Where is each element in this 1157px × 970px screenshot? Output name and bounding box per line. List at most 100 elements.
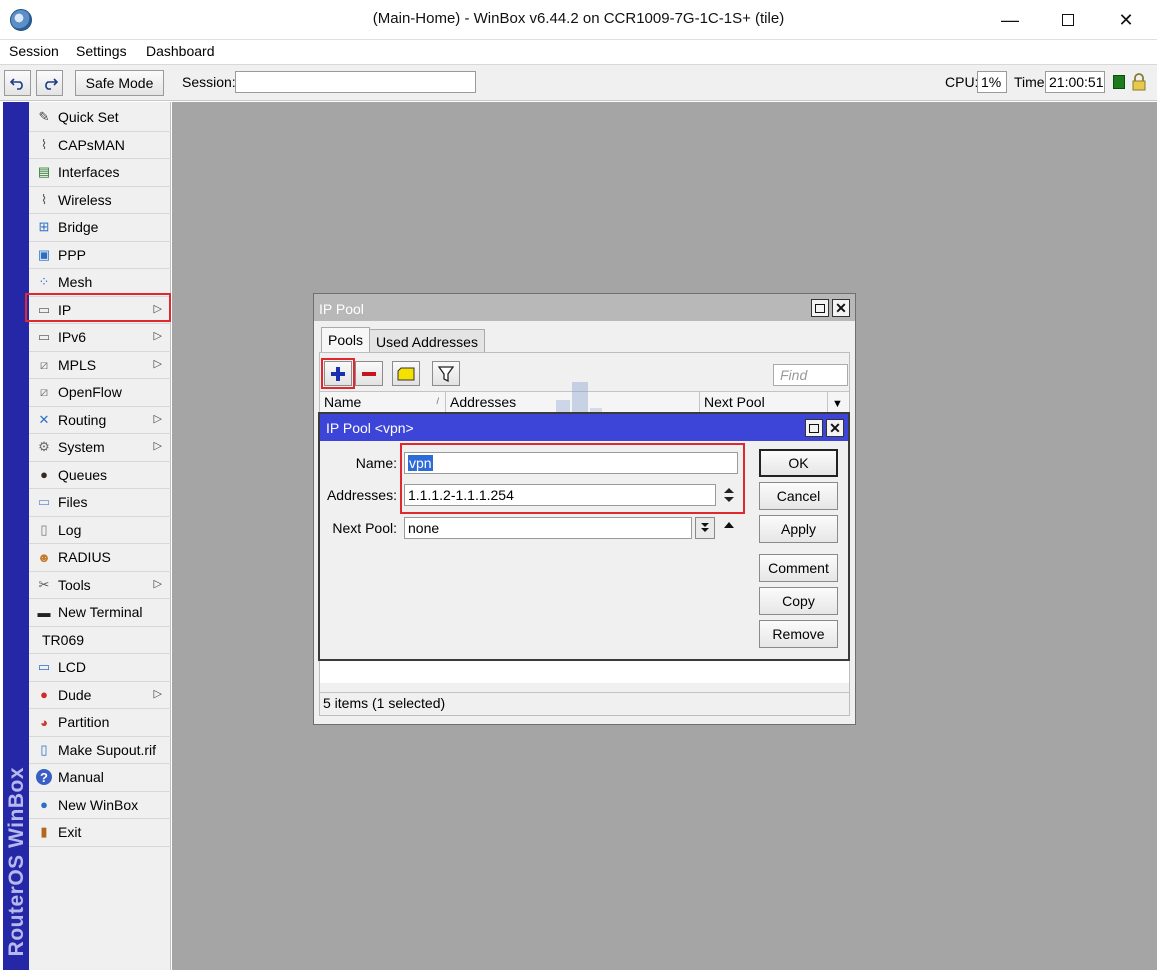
column-name[interactable]: Name / (320, 392, 446, 412)
column-next-pool[interactable]: Next Pool (700, 392, 828, 412)
sidebar-item-openflow[interactable]: ⧄ OpenFlow (29, 379, 171, 407)
close-button[interactable]: ✕ (1098, 4, 1154, 36)
sidebar-item-tools[interactable]: ✂ Tools ▷ (29, 572, 171, 599)
radius-icon: ☻ (37, 549, 51, 565)
sidebar-item-ipv6[interactable]: ▭ IPv6 ▷ (29, 324, 171, 352)
sidebar-item-label: Interfaces (58, 164, 120, 181)
title-bar: (Main-Home) - WinBox v6.44.2 on CCR1009-… (0, 0, 1157, 40)
sidebar-brand-strip: RouterOS WinBox (3, 102, 29, 970)
menu-session[interactable]: Session (9, 43, 59, 59)
sidebar-item-manual[interactable]: ? Manual (29, 764, 171, 792)
status-bar: 5 items (1 selected) (320, 692, 849, 714)
sidebar-item-label: Quick Set (58, 109, 119, 126)
supout-icon: ▯ (40, 741, 48, 757)
redo-button[interactable] (36, 70, 63, 96)
maximize-button[interactable] (1040, 4, 1096, 36)
comment-icon (397, 367, 415, 380)
next-pool-label: Next Pool: (332, 520, 397, 536)
sidebar-item-tr069[interactable]: TR069 (29, 627, 171, 654)
sidebar-item-capsman[interactable]: ⌇ CAPsMAN (29, 132, 171, 159)
sidebar-item-quick-set[interactable]: ✎ Quick Set (29, 104, 171, 132)
sidebar-item-label: Bridge (58, 219, 99, 236)
sidebar-item-spacer (34, 631, 38, 649)
sidebar-item-label: Tools (58, 576, 91, 593)
filter-button[interactable] (432, 361, 460, 386)
sidebar-item-wireless[interactable]: ⌇ Wireless (29, 187, 171, 214)
safe-mode-button[interactable]: Safe Mode (75, 70, 164, 96)
tools-icon: ✂ (38, 576, 50, 592)
files-icon: ▭ (37, 494, 51, 510)
column-addresses[interactable]: Addresses (446, 392, 700, 412)
menu-dashboard[interactable]: Dashboard (146, 43, 215, 59)
sidebar-item-label: Manual (58, 769, 104, 786)
lcd-icon: ▭ (37, 659, 51, 675)
sidebar-item-ppp[interactable]: ▣ PPP (29, 242, 171, 269)
minus-icon (362, 371, 376, 376)
next-pool-select[interactable]: none (404, 517, 692, 539)
sidebar-item-routing[interactable]: ✕ Routing ▷ (29, 407, 171, 434)
undo-button[interactable] (4, 70, 31, 96)
menu-settings[interactable]: Settings (76, 43, 127, 59)
winbox-icon: ● (40, 797, 48, 813)
filter-icon (438, 365, 454, 382)
sidebar-item-files[interactable]: ▭ Files (29, 489, 171, 517)
toolbar: Safe Mode Session: CPU: 1% Time: 21:00:5… (0, 64, 1157, 101)
vpn-dialog-title-text: IP Pool <vpn> (326, 420, 414, 436)
sidebar-item-new-terminal[interactable]: ▬ New Terminal (29, 599, 171, 627)
sidebar-item-label: OpenFlow (58, 384, 122, 401)
tab-used-addresses[interactable]: Used Addresses (369, 329, 485, 354)
fields-highlight (400, 443, 745, 514)
sidebar-item-radius[interactable]: ☻ RADIUS (29, 544, 171, 572)
sidebar-item-bridge[interactable]: ⊞ Bridge (29, 214, 171, 242)
ip-pool-maximize-button[interactable] (811, 299, 829, 317)
ip-pool-title-text: IP Pool (319, 301, 364, 317)
ip-pool-close-button[interactable]: ✕ (832, 299, 850, 317)
add-button-highlight (321, 358, 355, 389)
vpn-close-button[interactable]: ✕ (826, 419, 844, 437)
sidebar-item-label: Queues (58, 466, 108, 483)
apply-button[interactable]: Apply (759, 515, 838, 543)
mpls-icon: ⧄ (39, 356, 49, 372)
copy-button[interactable]: Copy (759, 587, 838, 615)
sidebar-item-mpls[interactable]: ⧄ MPLS ▷ (29, 352, 171, 379)
column-menu-button[interactable]: ▼ (828, 392, 849, 412)
comment-dialog-button[interactable]: Comment (759, 554, 838, 582)
ip-pool-vpn-dialog: IP Pool <vpn> ✕ Name: vpn Addresses: 1.1… (318, 412, 850, 661)
sidebar-item-interfaces[interactable]: ▤ Interfaces (29, 159, 171, 187)
remove-button[interactable] (355, 361, 383, 386)
sidebar-item-dude[interactable]: ● Dude ▷ (29, 682, 171, 709)
find-input[interactable]: Find (773, 364, 848, 386)
next-pool-up-icon[interactable] (722, 520, 736, 530)
sidebar-item-make-supout-rif[interactable]: ▯ Make Supout.rif (29, 737, 171, 764)
comment-button[interactable] (392, 361, 420, 386)
sidebar-item-label: Wireless (58, 191, 112, 208)
lock-icon[interactable] (1131, 73, 1147, 91)
ok-button[interactable]: OK (759, 449, 838, 477)
sidebar-item-new-winbox[interactable]: ● New WinBox (29, 792, 171, 819)
cpu-label: CPU: (945, 74, 979, 90)
routing-icon: ✕ (38, 411, 50, 427)
openflow-icon: ⧄ (39, 384, 49, 400)
sidebar-item-queues[interactable]: ● Queues (29, 462, 171, 489)
wireless-icon: ⌇ (40, 191, 48, 207)
chevron-down-icon (701, 523, 709, 532)
session-input[interactable] (235, 71, 476, 93)
minimize-button[interactable]: — (982, 4, 1038, 36)
sidebar-item-label: IPv6 (58, 329, 87, 346)
sidebar-item-exit[interactable]: ▮ Exit (29, 819, 171, 847)
sidebar-item-system[interactable]: ⚙ System ▷ (29, 434, 171, 462)
submenu-arrow-icon: ▷ (153, 440, 162, 452)
remove-dialog-button[interactable]: Remove (759, 620, 838, 648)
next-pool-dropdown-button[interactable] (695, 517, 715, 539)
quick-set-icon: ✎ (38, 109, 50, 125)
sidebar-item-partition[interactable]: ◕ Partition (29, 709, 171, 737)
sidebar-item-label: Partition (58, 714, 110, 731)
bridge-icon: ⊞ (38, 219, 50, 235)
ip-menu-highlight (25, 293, 171, 322)
cancel-button[interactable]: Cancel (759, 482, 838, 510)
submenu-arrow-icon: ▷ (153, 357, 162, 370)
sidebar-item-lcd[interactable]: ▭ LCD (29, 654, 171, 682)
sidebar-item-log[interactable]: ▯ Log (29, 517, 171, 544)
vpn-maximize-button[interactable] (805, 419, 823, 437)
tab-pools[interactable]: Pools (321, 327, 371, 353)
